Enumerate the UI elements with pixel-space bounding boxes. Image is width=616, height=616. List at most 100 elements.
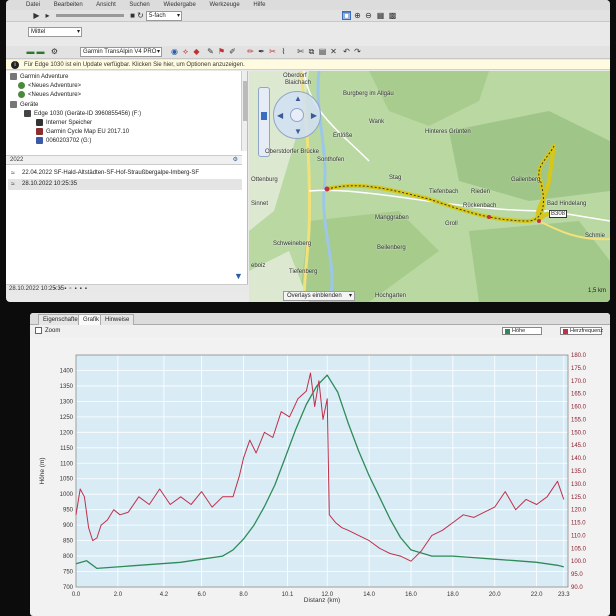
- devices-icon: [10, 101, 17, 108]
- add-waypoint-icon[interactable]: ◉: [170, 47, 179, 56]
- route-icon[interactable]: ⟡: [181, 47, 190, 56]
- zoom-slider[interactable]: [258, 87, 270, 157]
- tree-garmin-adventure[interactable]: Garmin Adventure: [10, 73, 68, 82]
- map-layer-icon[interactable]: ▬: [26, 47, 35, 56]
- tree-device-edge[interactable]: Edge 1030 (Geräte-ID 3960855456) (F:): [24, 110, 141, 119]
- pencil-icon[interactable]: ✏: [246, 47, 255, 56]
- erase-icon[interactable]: ✂: [268, 47, 277, 56]
- status-bar: 28.10.2022 10:25:35 ▪▫▪▫▪▪▪: [6, 284, 248, 293]
- map-label-blaichach: Blaichach: [285, 80, 312, 86]
- tab-notes[interactable]: Hinweise: [100, 314, 135, 325]
- map-label-tiefenbach: Tiefenbach: [429, 189, 459, 195]
- y-tick-label: 1000: [60, 492, 74, 498]
- step-icon[interactable]: ▸: [43, 11, 52, 20]
- zoom-checkbox[interactable]: [35, 327, 42, 334]
- tree-devices[interactable]: Geräte: [10, 101, 38, 110]
- tree-internal-storage[interactable]: Interner Speicher: [36, 119, 92, 128]
- map-label-gailenberg: Gailenberg: [511, 177, 541, 183]
- filter-icon[interactable]: ▼: [234, 271, 244, 281]
- map-icon: [36, 128, 43, 135]
- profile-tabs: Eigenschaften Grafik Hinweise: [30, 313, 610, 325]
- library-pane: Garmin Adventure <Neues Adventure> <Neue…: [6, 71, 248, 293]
- update-info-bar[interactable]: i Für Edge 1030 ist ein Update verfügbar…: [6, 60, 610, 70]
- redo-icon[interactable]: ↷: [353, 47, 362, 56]
- tile-icon[interactable]: ▩: [388, 11, 397, 20]
- map-label-schmie: Schmie: [585, 233, 606, 239]
- y2-tick-label: 140.0: [571, 456, 587, 462]
- x-tick-label: 16.0: [405, 592, 417, 598]
- x-tick-label: 8.0: [239, 592, 248, 598]
- menu-search[interactable]: Suchen: [129, 2, 149, 8]
- menu-bar: Datei Bearbeiten Ansicht Suchen Wiederga…: [6, 0, 610, 10]
- map-label-beilenberg: Beilenberg: [377, 245, 406, 251]
- menu-playback[interactable]: Wiedergabe: [163, 2, 195, 8]
- draw-icon[interactable]: ✒: [257, 47, 266, 56]
- menu-help[interactable]: Hilfe: [253, 2, 265, 8]
- menu-view[interactable]: Ansicht: [96, 2, 116, 8]
- tree-sd-card[interactable]: 0060203702 (G:): [36, 137, 91, 146]
- legend-heartrate[interactable]: Herzfrequenz: [560, 327, 603, 335]
- sd-card-icon: [36, 137, 43, 144]
- tree-new-adventure-1[interactable]: <Neues Adventure>: [18, 82, 81, 91]
- menu-file[interactable]: Datei: [26, 2, 40, 8]
- device-icon[interactable]: ⚙: [50, 47, 59, 56]
- track-icon[interactable]: ✎: [206, 47, 215, 56]
- replay-icon[interactable]: ↻: [136, 11, 145, 20]
- pan-left-icon[interactable]: ◀: [277, 111, 283, 120]
- map-select[interactable]: Garmin TransAlpin V4 PRO: [80, 47, 162, 57]
- y-tick-label: 950: [63, 508, 74, 514]
- settings-icon[interactable]: ⚙: [233, 156, 238, 165]
- x-tick-label: 14.0: [363, 592, 375, 598]
- copy-icon[interactable]: ⧉: [307, 47, 316, 56]
- join-icon[interactable]: ⌇: [279, 47, 288, 56]
- y2-tick-label: 150.0: [571, 430, 587, 436]
- tree-scrollbar[interactable]: [241, 71, 247, 151]
- map-label-b308: B308: [549, 210, 568, 218]
- scroll-thumb[interactable]: [243, 81, 247, 121]
- flag-icon[interactable]: ⚑: [217, 47, 226, 56]
- play-icon[interactable]: ▶: [32, 11, 41, 20]
- tree-new-adventure-2[interactable]: <Neues Adventure>: [18, 91, 81, 100]
- track-item[interactable]: ≈ 22.04.2022 SF-Hald-Altstädten-SF-Hof-S…: [8, 168, 242, 179]
- playback-slider[interactable]: [56, 14, 124, 17]
- legend-elevation[interactable]: Höhe: [502, 327, 542, 335]
- profile-select[interactable]: Mittel: [28, 27, 82, 37]
- paste-icon[interactable]: ▤: [318, 47, 327, 56]
- map-label-grunten: Hinteres Grünten: [425, 129, 471, 135]
- zoom-thumb[interactable]: [261, 112, 267, 120]
- adventure-icon: [18, 91, 25, 98]
- y2-tick-label: 165.0: [571, 392, 587, 398]
- menu-tools[interactable]: Werkzeuge: [209, 2, 239, 8]
- grid-icon[interactable]: ▦: [376, 11, 385, 20]
- map-layer2-icon[interactable]: ▬: [36, 47, 45, 56]
- map-label-sinnet: Sinnet: [251, 201, 269, 207]
- folder-icon: [10, 73, 17, 80]
- chevron-down-icon: ▾: [348, 293, 352, 299]
- tree-cycle-map[interactable]: Garmin Cycle Map EU 2017.10: [36, 128, 129, 137]
- pan-up-icon[interactable]: ▲: [294, 94, 302, 103]
- delete-icon[interactable]: ✕: [329, 47, 338, 56]
- pan-control[interactable]: ▲ ▼ ◀ ▶: [273, 91, 321, 139]
- section-2022-header[interactable]: 2022 ⚙: [6, 155, 242, 165]
- y2-tick-label: 105.0: [571, 546, 587, 552]
- pan-down-icon[interactable]: ▼: [294, 127, 302, 136]
- map-view[interactable]: ▲ ▼ ◀ ▶ Oberdorf Blaichach Burgberg im A…: [249, 71, 610, 302]
- pan-center-icon[interactable]: [290, 108, 304, 122]
- undo-icon[interactable]: ↶: [342, 47, 351, 56]
- overlay-toggle[interactable]: Overlays einblenden ▾: [283, 291, 355, 301]
- measure-icon[interactable]: ✐: [228, 47, 237, 56]
- gps-device-icon: [24, 110, 31, 117]
- info-icon: i: [11, 61, 19, 69]
- pan-right-icon[interactable]: ▶: [311, 111, 317, 120]
- cut-icon[interactable]: ✄: [296, 47, 305, 56]
- zoom-in-icon[interactable]: ⊕: [353, 11, 362, 20]
- track-item-selected[interactable]: ≈ 28.10.2022 10:25:35: [8, 179, 242, 190]
- area-icon[interactable]: ◆: [192, 47, 201, 56]
- view-icon[interactable]: ▣: [342, 11, 351, 20]
- profile-chart[interactable]: 700 750 800 850 900 950 1000 1050 1100 1150 1200 12…: [30, 337, 610, 616]
- y-tick-label: 700: [63, 585, 74, 591]
- menu-edit[interactable]: Bearbeiten: [54, 2, 83, 8]
- zoom-out-icon[interactable]: ⊖: [364, 11, 373, 20]
- y-tick-label: 1250: [60, 415, 74, 421]
- speed-select[interactable]: 5-fach: [146, 11, 182, 21]
